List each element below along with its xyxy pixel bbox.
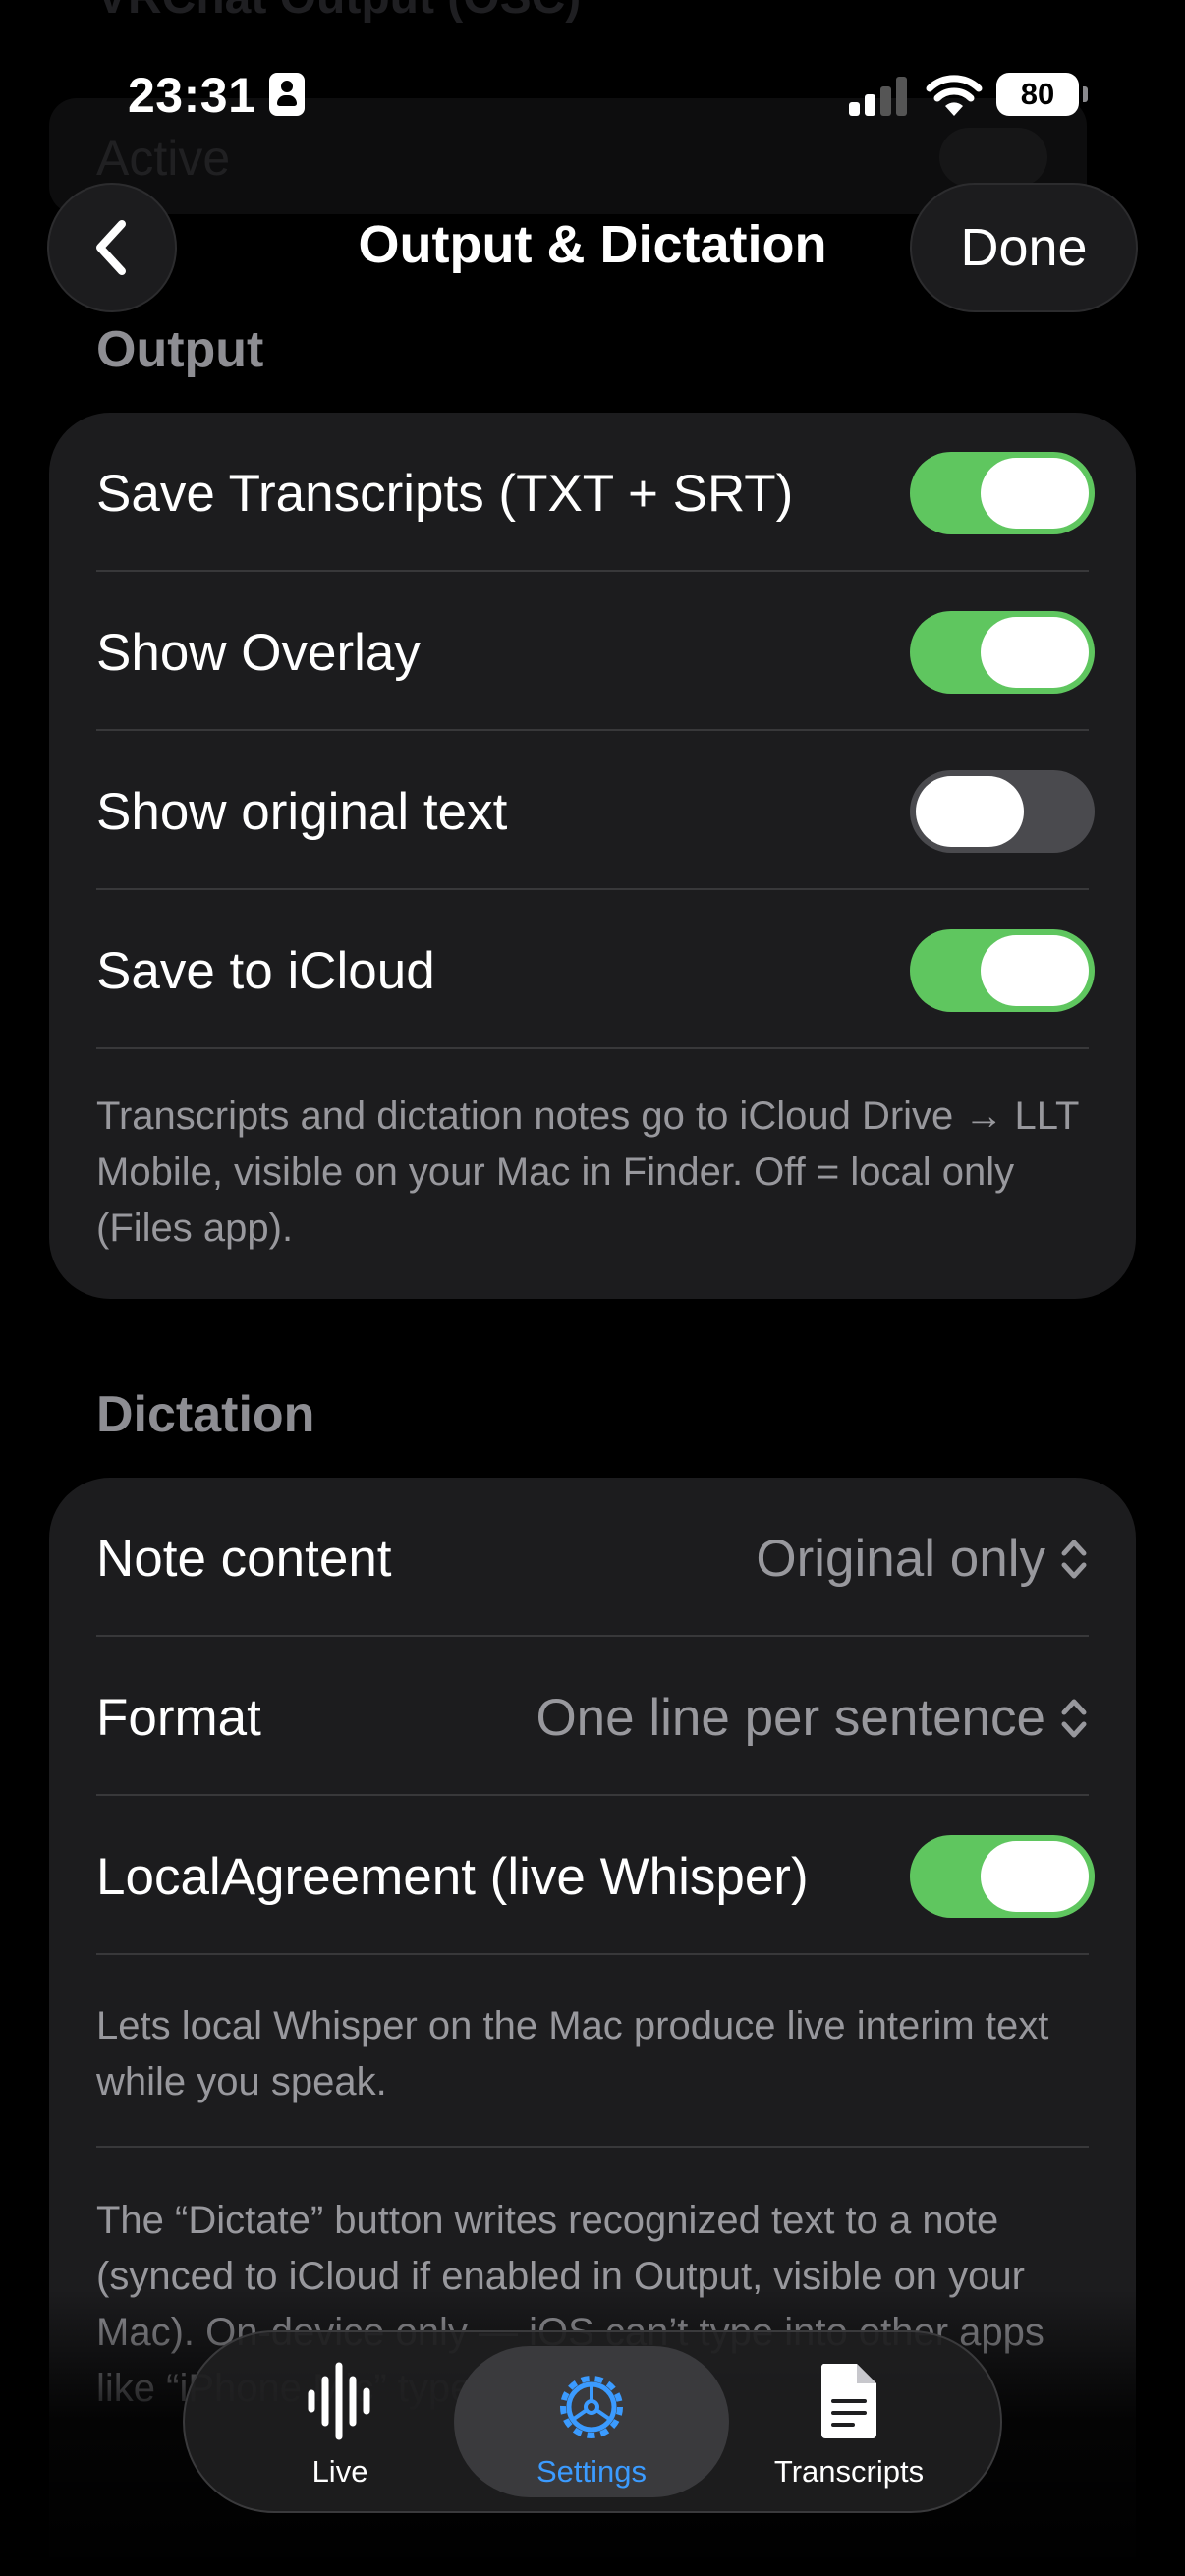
page-title: Output & Dictation xyxy=(358,215,827,274)
output-footnote: Transcripts and dictation notes go to iC… xyxy=(96,1094,1079,1250)
show-original-text-label: Show original text xyxy=(96,783,508,841)
tab-transcripts-label: Transcripts xyxy=(773,2454,925,2489)
output-section-header: Output xyxy=(96,321,264,378)
status-time: 23:31 xyxy=(128,68,256,123)
wifi-icon xyxy=(926,75,983,116)
back-button[interactable] xyxy=(47,183,177,312)
show-overlay-label: Show Overlay xyxy=(96,624,421,682)
show-overlay-row: Show Overlay xyxy=(49,572,1136,731)
save-transcripts-toggle[interactable] xyxy=(910,452,1095,534)
gear-icon xyxy=(560,2376,623,2438)
output-group: Save Transcripts (TXT + SRT) Show Overla… xyxy=(49,413,1136,1299)
show-original-text-row: Show original text xyxy=(49,731,1136,890)
dictation-section-header: Dictation xyxy=(96,1386,315,1443)
save-to-icloud-label: Save to iCloud xyxy=(96,942,435,1000)
save-to-icloud-toggle[interactable] xyxy=(910,929,1095,1012)
note-content-value: Original only xyxy=(756,1530,1045,1588)
tab-live-label: Live xyxy=(311,2454,368,2489)
save-transcripts-label: Save Transcripts (TXT + SRT) xyxy=(96,465,794,523)
local-agreement-toggle[interactable] xyxy=(910,1835,1095,1918)
format-row[interactable]: Format One line per sentence xyxy=(49,1637,1136,1796)
save-to-icloud-row: Save to iCloud xyxy=(49,890,1136,1049)
status-bar: 23:31 80 xyxy=(0,0,1185,187)
contact-card-icon xyxy=(269,73,305,116)
tab-settings[interactable]: Settings xyxy=(454,2346,729,2497)
battery-icon: 80 xyxy=(996,73,1088,116)
settings-screen: VRChat Output (OSC) Active 23:31 80 Outp… xyxy=(0,0,1185,2576)
note-content-row[interactable]: Note content Original only xyxy=(49,1478,1136,1637)
tab-bar: Live Settings Transcripts xyxy=(183,2330,1002,2513)
chevron-left-icon xyxy=(96,220,126,275)
chevron-up-down-icon xyxy=(1061,1699,1087,1737)
document-icon xyxy=(820,2364,876,2438)
note-content-label: Note content xyxy=(96,1530,392,1588)
show-original-text-toggle[interactable] xyxy=(910,770,1095,853)
format-value: One line per sentence xyxy=(536,1689,1045,1747)
note-content-picker[interactable]: Original only xyxy=(756,1529,1089,1589)
format-picker[interactable]: One line per sentence xyxy=(536,1688,1089,1748)
waveform-icon xyxy=(308,2362,370,2440)
tab-live[interactable]: Live xyxy=(202,2332,478,2511)
format-label: Format xyxy=(96,1689,261,1747)
tab-settings-label: Settings xyxy=(536,2454,647,2489)
save-transcripts-row: Save Transcripts (TXT + SRT) xyxy=(49,413,1136,572)
done-button[interactable]: Done xyxy=(910,183,1138,312)
local-agreement-row: LocalAgreement (live Whisper) xyxy=(49,1796,1136,1955)
local-agreement-label: LocalAgreement (live Whisper) xyxy=(96,1848,809,1906)
chevron-up-down-icon xyxy=(1061,1540,1087,1578)
local-agreement-footnote: Lets local Whisper on the Mac produce li… xyxy=(96,2004,1049,2103)
cellular-signal-icon xyxy=(849,77,908,116)
show-overlay-toggle[interactable] xyxy=(910,611,1095,694)
tab-transcripts[interactable]: Transcripts xyxy=(711,2332,987,2511)
